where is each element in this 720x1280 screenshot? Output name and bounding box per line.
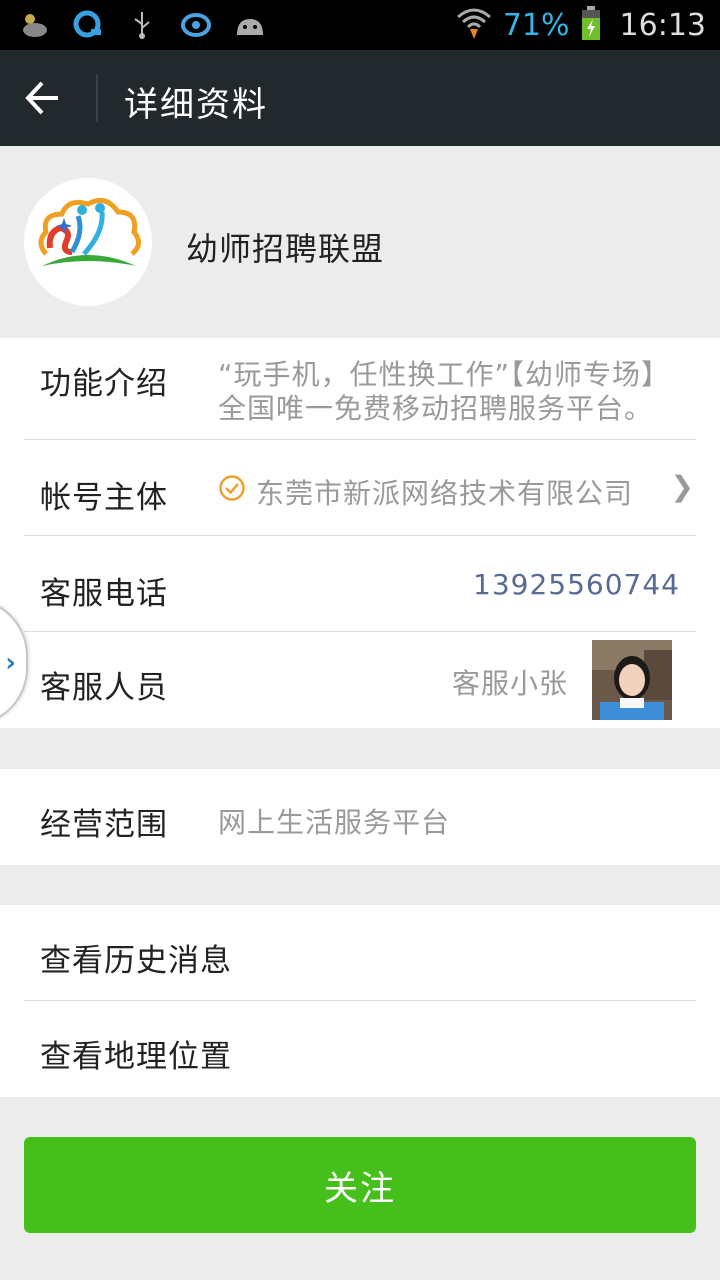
system-status: 71% 16:13	[455, 0, 706, 50]
staff-label: 客服人员	[40, 670, 168, 706]
owner-row[interactable]: 帐号主体 东莞市新派网络技术有限公司 ❯	[0, 440, 720, 536]
logo-icon	[38, 197, 141, 266]
battery-icon	[580, 5, 602, 45]
phone-value[interactable]: 13925560744	[473, 568, 680, 601]
location-row[interactable]: 查看地理位置	[0, 1001, 720, 1097]
location-label: 查看地理位置	[40, 1039, 232, 1075]
usb-icon	[126, 9, 158, 41]
chevron-right-icon: ›	[5, 648, 16, 678]
scope-label: 经营范围	[40, 807, 168, 843]
android-icon	[234, 9, 266, 41]
clock: 16:13	[619, 7, 706, 43]
intro-value: “玩手机，任性换工作”【幼师专场】全国唯一免费移动招聘服务平台。	[218, 358, 671, 425]
weather-icon	[18, 9, 50, 41]
scope-group: 经营范围 网上生活服务平台	[0, 769, 720, 865]
scope-value: 网上生活服务平台	[218, 806, 451, 839]
intro-label: 功能介绍	[40, 366, 168, 402]
back-button[interactable]	[22, 78, 74, 120]
chevron-right-icon: ❯	[670, 470, 694, 503]
phone-row[interactable]: 客服电话 13925560744	[0, 536, 720, 632]
phone-label: 客服电话	[40, 576, 168, 612]
history-messages-label: 查看历史消息	[40, 943, 232, 979]
q-app-icon	[72, 9, 104, 41]
links-group: 查看历史消息 查看地理位置	[0, 905, 720, 1097]
action-bar-divider	[96, 74, 98, 122]
staff-avatar[interactable]	[592, 640, 672, 720]
details-group: 功能介绍 “玩手机，任性换工作”【幼师专场】全国唯一免费移动招聘服务平台。 帐号…	[0, 338, 720, 728]
account-name: 幼师招聘联盟	[186, 230, 385, 268]
action-bar: 详细资料	[0, 50, 720, 146]
page-title: 详细资料	[124, 85, 268, 125]
wifi-icon	[455, 5, 493, 45]
battery-percent: 71%	[502, 7, 570, 43]
follow-button[interactable]: 关注	[24, 1137, 696, 1233]
verified-check-icon	[218, 474, 246, 502]
status-bar: 71% 16:13	[0, 0, 720, 50]
eye-app-icon	[180, 9, 212, 41]
profile-header: 幼师招聘联盟	[0, 146, 720, 338]
account-avatar[interactable]	[24, 178, 152, 306]
owner-value: 东莞市新派网络技术有限公司	[256, 477, 634, 510]
owner-label: 帐号主体	[40, 480, 168, 516]
staff-value: 客服小张	[451, 667, 568, 700]
intro-row: 功能介绍 “玩手机，任性换工作”【幼师专场】全国唯一免费移动招聘服务平台。	[0, 338, 720, 440]
staff-row[interactable]: 客服人员 客服小张	[0, 632, 720, 728]
back-arrow-icon	[25, 81, 58, 115]
history-messages-row[interactable]: 查看历史消息	[0, 905, 720, 1001]
notification-icons	[18, 6, 266, 44]
